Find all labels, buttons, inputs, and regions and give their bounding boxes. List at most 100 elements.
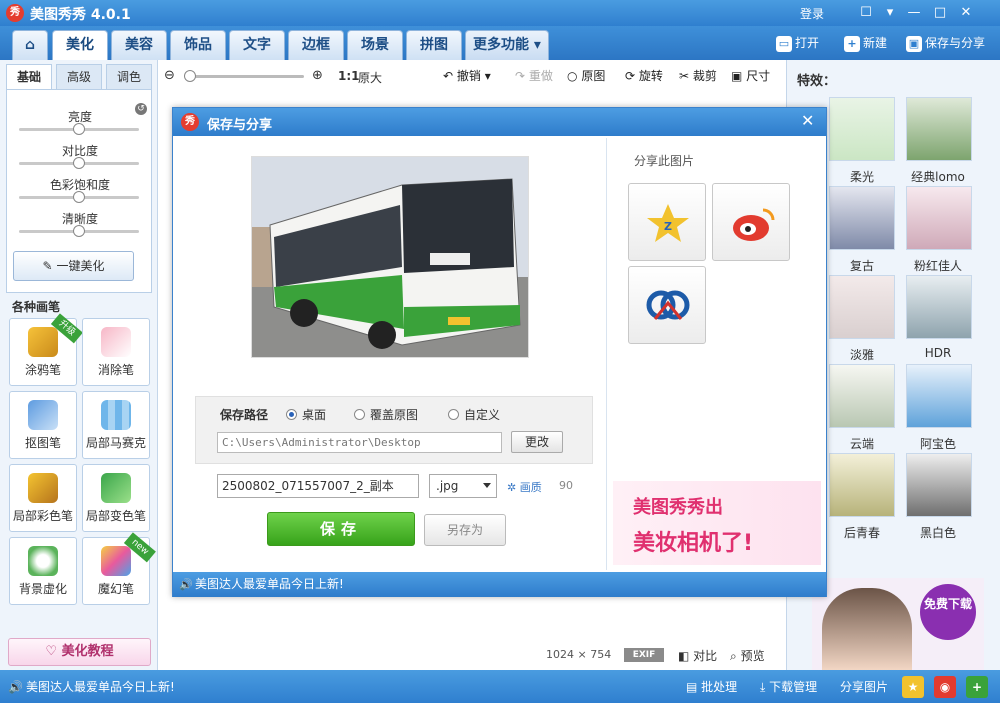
compare-button[interactable]: ◧ 对比 (678, 647, 717, 664)
minimize-icon[interactable]: — (904, 3, 924, 23)
ad-line-2: 美妆相机了! (633, 531, 754, 556)
one-key-beautify-button[interactable]: ✎ 一键美化 (13, 251, 134, 281)
effect-label: 柔光 (849, 170, 874, 184)
adjust-subtabs: 基础 高级 调色 (6, 64, 152, 90)
effect-thumb[interactable] (829, 453, 895, 517)
effect-thumb[interactable] (829, 97, 895, 161)
quality-button[interactable]: ✲ 画质 (507, 479, 542, 495)
preview-button[interactable]: ⌕ 预览 (730, 647, 765, 664)
tool-local-color[interactable]: 局部彩色笔 (9, 464, 77, 532)
tool-doodle[interactable]: 涂鸦笔 升级 (9, 313, 83, 386)
image-width: 1024 (546, 648, 574, 661)
plus-icon: + (844, 35, 860, 52)
radio-overwrite[interactable]: 覆盖原图 (354, 406, 418, 423)
slider-knob[interactable] (73, 191, 85, 203)
subtab-basic[interactable]: 基础 (6, 64, 52, 90)
effect-label: 淡雅 (849, 348, 874, 362)
effect-thumb[interactable] (906, 186, 972, 250)
tool-cutout[interactable]: 抠图笔 (9, 391, 77, 459)
free-download-button[interactable]: 免费下载 (920, 584, 976, 640)
maximize-icon[interactable]: □ (930, 3, 950, 23)
filetype-select[interactable]: .jpg (429, 474, 497, 498)
batch-button[interactable]: ▤ 批处理 (686, 680, 737, 694)
save-as-button[interactable]: 另存为 (424, 514, 506, 546)
chat-icon[interactable]: ☐ (856, 3, 876, 23)
dialog-status-bar[interactable]: 🔊 美图达人最爱单品今日上新! (173, 572, 826, 597)
menu-icon[interactable]: ▾ (880, 3, 900, 23)
ratio-button[interactable]: 1:1 (338, 69, 360, 83)
save-button[interactable]: 保存 (267, 512, 415, 546)
rotate-button[interactable]: ⟳ 旋转 (625, 68, 663, 84)
tool-bg-blur[interactable]: 背景虚化 (9, 537, 77, 605)
subtab-color[interactable]: 调色 (106, 64, 152, 90)
tab-beauty[interactable]: 美容 (111, 30, 167, 60)
share-weibo-button[interactable] (712, 183, 790, 261)
download-manager-button[interactable]: ⤓ 下载管理 (760, 680, 817, 694)
radio-custom[interactable]: 自定义 (448, 406, 500, 423)
original-button[interactable]: ○ 原图 (567, 68, 605, 84)
dialog-status-message: 美图达人最爱单品今日上新! (195, 577, 344, 591)
subtab-advanced[interactable]: 高级 (56, 64, 102, 90)
filename-input[interactable]: 2500802_071557007_2_副本 (217, 474, 419, 498)
effect-thumb[interactable] (829, 364, 895, 428)
tutorial-button[interactable]: ♡ 美化教程 (8, 638, 151, 666)
bus-photo (252, 157, 528, 357)
save-share-button[interactable]: ▣ 保存与分享 (906, 34, 985, 52)
tab-text[interactable]: 文字 (229, 30, 285, 60)
tool-mosaic[interactable]: 局部马赛克 (82, 391, 150, 459)
zoom-out-icon[interactable]: ⊖ (164, 68, 175, 83)
share-picture-button[interactable]: 分享图片 (840, 680, 888, 694)
share-renren-button[interactable] (628, 266, 706, 344)
tab-beautify[interactable]: 美化 (52, 30, 108, 60)
slider-knob[interactable] (73, 157, 85, 169)
qzone-share-icon[interactable]: ★ (902, 676, 924, 698)
radio-desktop[interactable]: 桌面 (286, 406, 326, 423)
zoom-knob[interactable] (184, 70, 196, 82)
speaker-icon: 🔊 (179, 578, 193, 591)
effect-thumb[interactable] (829, 275, 895, 339)
zoom-in-icon[interactable]: ⊕ (312, 68, 323, 83)
more-share-icon[interactable]: + (966, 676, 988, 698)
dialog-close-icon[interactable]: ✕ (801, 111, 814, 130)
tab-border[interactable]: 边框 (288, 30, 344, 60)
exif-button[interactable]: EXIF (624, 648, 664, 662)
save-path-input[interactable]: C:\Users\Administrator\Desktop (217, 432, 502, 453)
tool-magic[interactable]: 魔幻笔 new (82, 532, 156, 605)
effect-thumb[interactable] (906, 453, 972, 517)
tab-more[interactable]: 更多功能 ▾ (465, 30, 549, 60)
login-link[interactable]: 登录 (800, 5, 824, 22)
effect-thumb[interactable] (906, 364, 972, 428)
crop-button[interactable]: ✂ 裁剪 (679, 68, 717, 84)
tool-eraser[interactable]: 消除笔 (82, 318, 150, 386)
open-button[interactable]: ▭ 打开 (776, 34, 819, 52)
sharpness-slider[interactable] (19, 225, 139, 237)
tool-recolor[interactable]: 局部变色笔 (82, 464, 150, 532)
effect-thumb[interactable] (906, 97, 972, 161)
original-size-button[interactable]: 原大 (358, 69, 388, 86)
tab-home[interactable]: ⌂ (12, 30, 48, 60)
makeup-camera-ad[interactable]: 美图秀秀出 美妆相机了! (613, 481, 821, 565)
share-qzone-button[interactable]: Z (628, 183, 706, 261)
zoom-slider[interactable] (184, 70, 304, 82)
tab-scene[interactable]: 场景 (347, 30, 403, 60)
change-path-button[interactable]: 更改 (511, 431, 563, 453)
redo-button[interactable]: ↷ 重做 (515, 68, 553, 84)
image-preview (251, 156, 529, 358)
svg-text:Z: Z (664, 220, 672, 233)
effect-thumb[interactable] (829, 186, 895, 250)
undo-button[interactable]: ↶ 撤销 ▾ (443, 68, 491, 84)
slider-knob[interactable] (73, 225, 85, 237)
tab-collage[interactable]: 拼图 (406, 30, 462, 60)
tab-accessory[interactable]: 饰品 (170, 30, 226, 60)
contrast-slider[interactable] (19, 157, 139, 169)
close-icon[interactable]: ✕ (956, 3, 976, 23)
status-message[interactable]: 美图达人最爱单品今日上新! (26, 680, 175, 694)
dialog-title: 保存与分享 (207, 118, 273, 133)
effect-thumb[interactable] (906, 275, 972, 339)
slider-knob[interactable] (73, 123, 85, 135)
size-button[interactable]: ▣ 尺寸 (731, 68, 770, 84)
new-button[interactable]: + 新建 (844, 34, 887, 52)
brightness-slider[interactable] (19, 123, 139, 135)
saturation-slider[interactable] (19, 191, 139, 203)
weibo-share-icon[interactable]: ◉ (934, 676, 956, 698)
